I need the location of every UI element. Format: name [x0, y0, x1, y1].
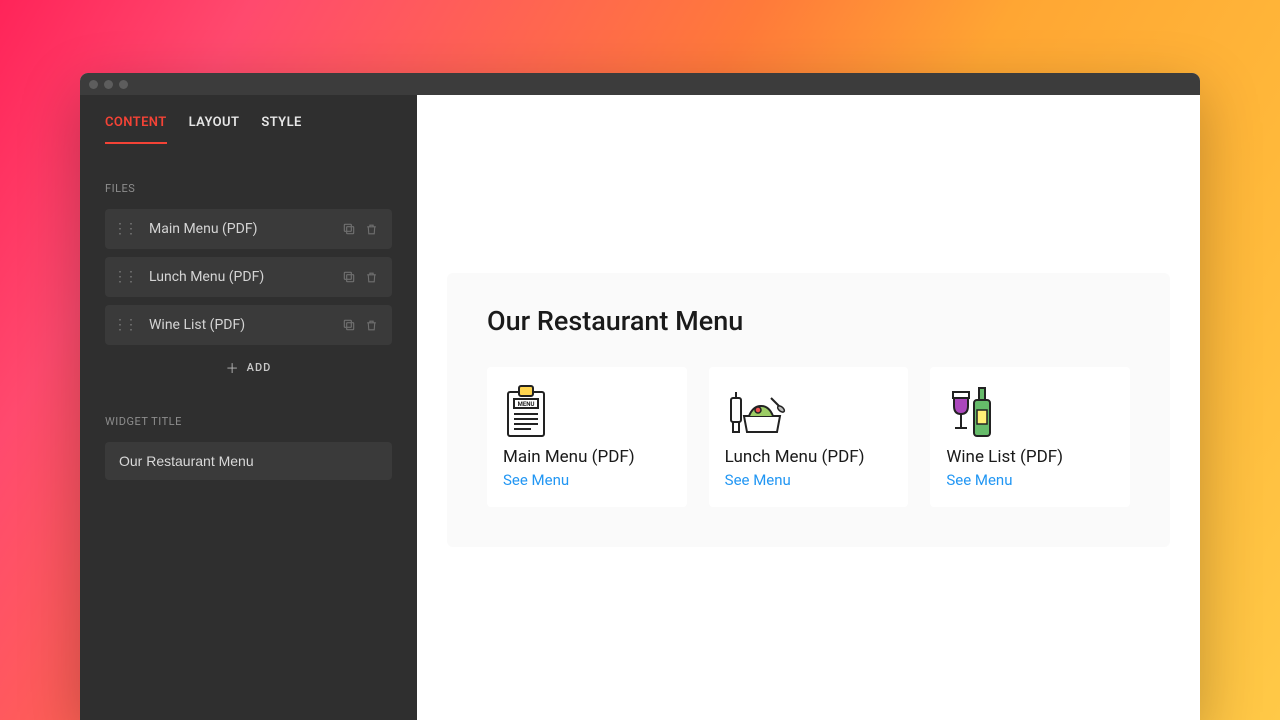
- delete-icon[interactable]: [360, 319, 382, 332]
- drag-handle-icon[interactable]: ⋮⋮: [113, 221, 135, 237]
- sidebar: CONTENT LAYOUT STYLE FILES ⋮⋮ Main Menu …: [80, 95, 417, 720]
- widget-title-label: WIDGET TITLE: [105, 415, 392, 428]
- card-title: Lunch Menu (PDF): [725, 447, 893, 467]
- menu-icon: MENU: [503, 383, 671, 441]
- menu-card: Wine List (PDF) See Menu: [930, 367, 1130, 507]
- card-title: Main Menu (PDF): [503, 447, 671, 467]
- duplicate-icon[interactable]: [338, 222, 360, 236]
- delete-icon[interactable]: [360, 223, 382, 236]
- see-menu-link[interactable]: See Menu: [725, 471, 893, 489]
- editor-window: CONTENT LAYOUT STYLE FILES ⋮⋮ Main Menu …: [80, 73, 1200, 720]
- window-titlebar: [80, 73, 1200, 95]
- duplicate-icon[interactable]: [338, 318, 360, 332]
- drag-handle-icon[interactable]: ⋮⋮: [113, 317, 135, 333]
- widget-title-input[interactable]: [105, 442, 392, 480]
- tab-content[interactable]: CONTENT: [105, 115, 167, 144]
- see-menu-link[interactable]: See Menu: [503, 471, 671, 489]
- file-label: Wine List (PDF): [149, 317, 338, 333]
- add-file-button[interactable]: ＋ ADD: [105, 353, 392, 381]
- file-row[interactable]: ⋮⋮ Main Menu (PDF): [105, 209, 392, 249]
- delete-icon[interactable]: [360, 271, 382, 284]
- window-close-button[interactable]: [89, 80, 98, 89]
- menu-widget: Our Restaurant Menu MENU: [447, 273, 1170, 547]
- file-row[interactable]: ⋮⋮ Lunch Menu (PDF): [105, 257, 392, 297]
- file-row[interactable]: ⋮⋮ Wine List (PDF): [105, 305, 392, 345]
- salad-icon: [725, 383, 893, 441]
- card-title: Wine List (PDF): [946, 447, 1114, 467]
- sidebar-tabs: CONTENT LAYOUT STYLE: [105, 115, 392, 144]
- preview-area: Our Restaurant Menu MENU: [417, 95, 1200, 720]
- file-label: Lunch Menu (PDF): [149, 269, 338, 285]
- add-label: ADD: [247, 361, 272, 374]
- file-label: Main Menu (PDF): [149, 221, 338, 237]
- menu-card: MENU Main Menu (PDF) See Menu: [487, 367, 687, 507]
- menu-cards: MENU Main Menu (PDF) See Menu: [487, 367, 1130, 507]
- widget-title: Our Restaurant Menu: [487, 305, 1130, 337]
- files-section-label: FILES: [105, 182, 392, 195]
- window-maximize-button[interactable]: [119, 80, 128, 89]
- window-minimize-button[interactable]: [104, 80, 113, 89]
- duplicate-icon[interactable]: [338, 270, 360, 284]
- editor-body: CONTENT LAYOUT STYLE FILES ⋮⋮ Main Menu …: [80, 95, 1200, 720]
- tab-style[interactable]: STYLE: [261, 115, 301, 144]
- tab-layout[interactable]: LAYOUT: [189, 115, 240, 144]
- menu-card: Lunch Menu (PDF) See Menu: [709, 367, 909, 507]
- see-menu-link[interactable]: See Menu: [946, 471, 1114, 489]
- drag-handle-icon[interactable]: ⋮⋮: [113, 269, 135, 285]
- wine-icon: [946, 383, 1114, 441]
- svg-text:MENU: MENU: [518, 401, 535, 408]
- plus-icon: ＋: [226, 358, 239, 377]
